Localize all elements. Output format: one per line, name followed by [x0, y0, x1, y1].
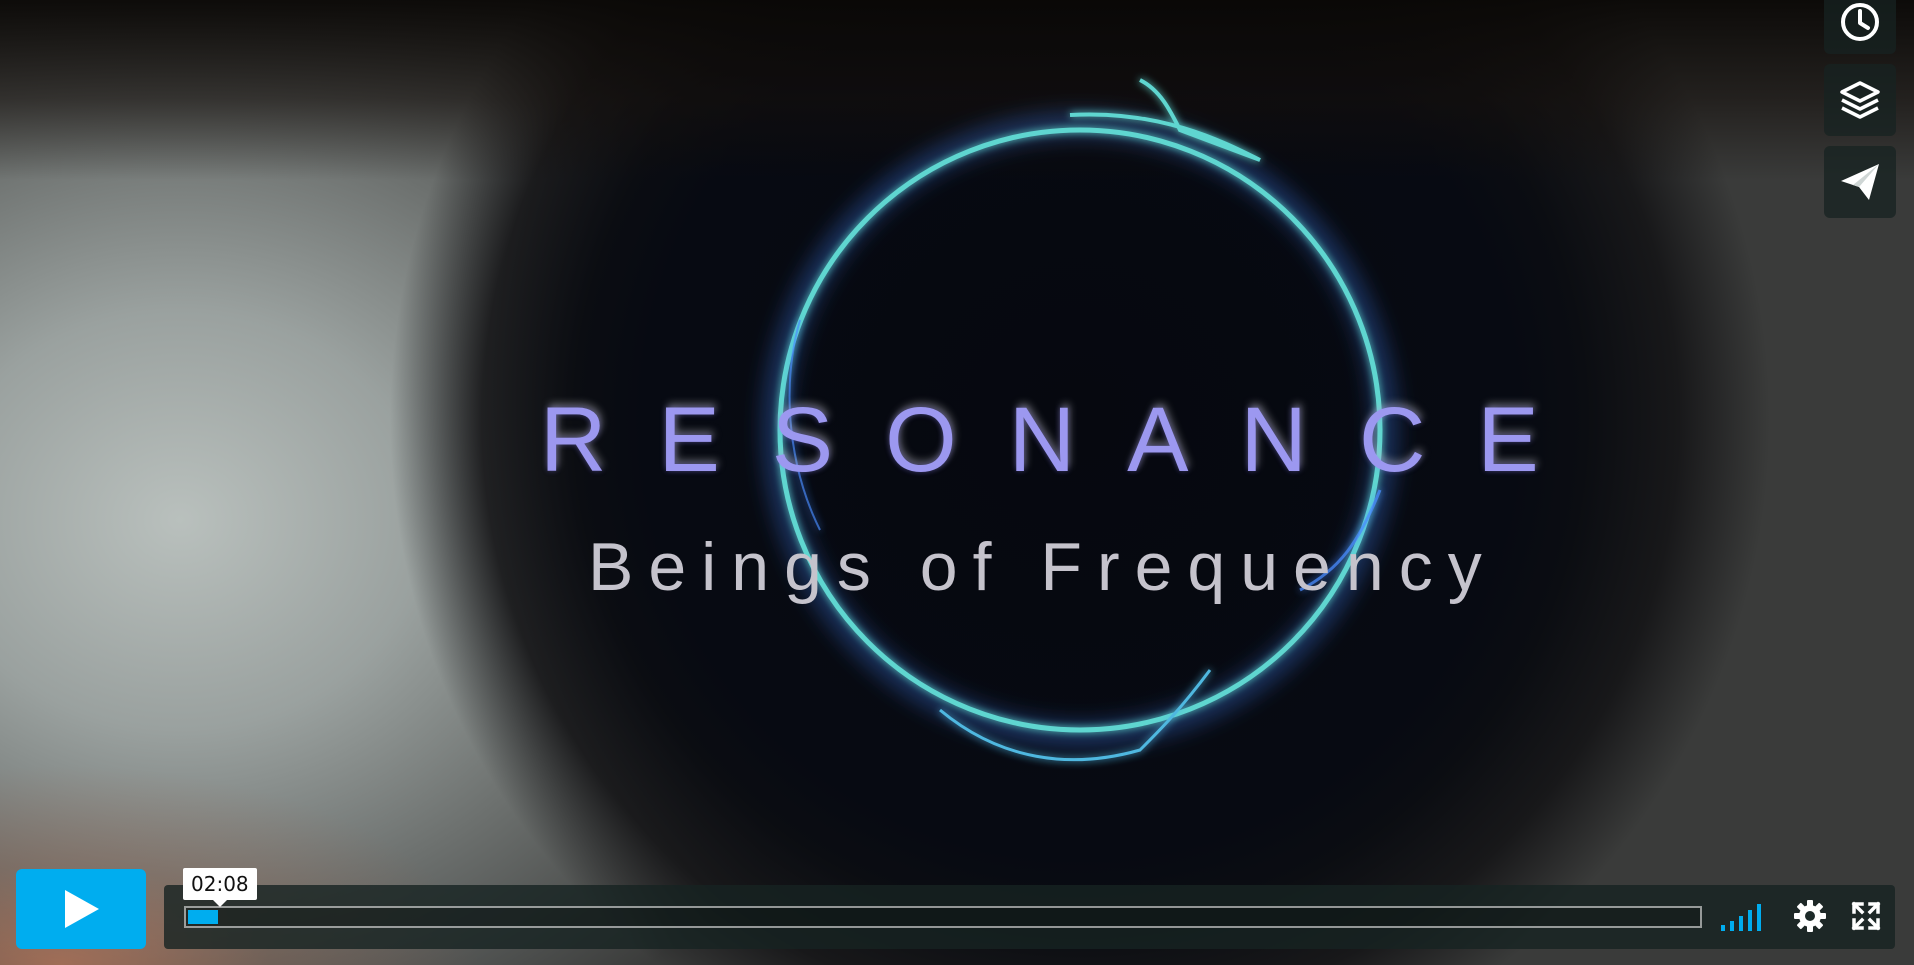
clock-icon	[1841, 3, 1879, 41]
layers-icon	[1840, 81, 1880, 119]
progress-fill	[188, 910, 219, 924]
share-button[interactable]	[1824, 146, 1896, 218]
progress-bar[interactable]	[184, 906, 1702, 928]
play-icon	[65, 890, 99, 928]
side-toolbar	[1824, 0, 1896, 218]
volume-button[interactable]	[1721, 901, 1769, 931]
fullscreen-button[interactable]	[1851, 901, 1881, 931]
fullscreen-icon	[1851, 901, 1881, 931]
video-title: RESONANCE	[540, 389, 1591, 491]
play-button[interactable]	[16, 869, 146, 949]
control-bar	[164, 885, 1895, 949]
collections-button[interactable]	[1824, 64, 1896, 136]
volume-bars-icon	[1721, 904, 1761, 931]
time-tooltip: 02:08	[183, 868, 257, 907]
video-subtitle: Beings of Frequency	[588, 529, 1497, 605]
settings-button[interactable]	[1793, 899, 1827, 933]
paper-plane-icon	[1841, 164, 1879, 200]
control-icons	[1721, 899, 1881, 933]
video-player[interactable]: RESONANCE RESONANCE Beings of Frequency	[0, 0, 1914, 965]
watch-later-button[interactable]	[1824, 0, 1896, 54]
settings-gear-icon	[1794, 900, 1826, 932]
